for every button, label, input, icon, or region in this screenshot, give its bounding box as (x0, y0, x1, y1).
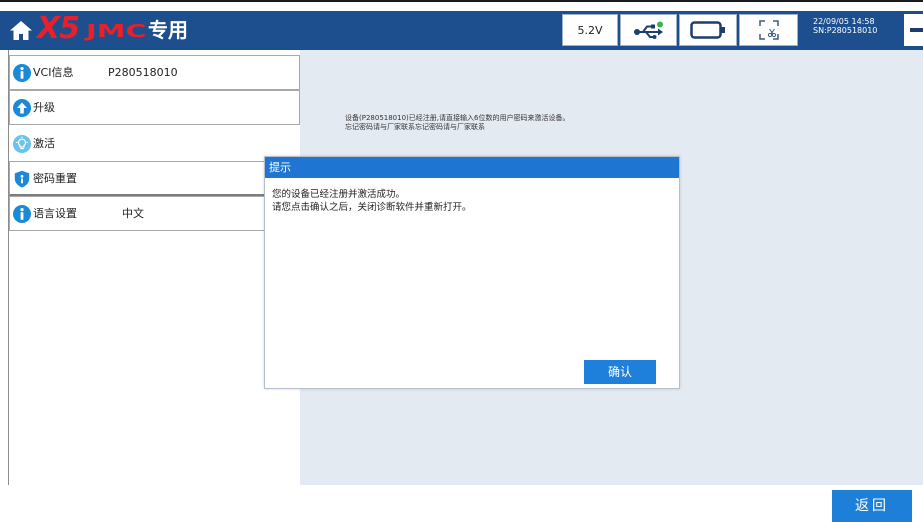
home-icon (10, 21, 32, 40)
back-button[interactable]: 返回 (832, 490, 912, 522)
brand-model: X5 (37, 11, 80, 46)
brand-suffix: 专用 (148, 18, 188, 42)
sidebar-item-label: 语言设置 (33, 207, 77, 220)
info-icon (13, 64, 31, 82)
notice-line: 忘记密码请与厂家联系忘记密码请与厂家联系 (345, 123, 485, 131)
minimize-button[interactable] (904, 14, 923, 46)
datetime-readout: 22/09/05 14:58 (813, 17, 875, 26)
sidebar-item-label: 密码重置 (33, 172, 77, 185)
info-icon (13, 205, 31, 223)
prompt-dialog: 提示 您的设备已经注册并激活成功。 请您点击确认之后，关闭诊断软件并重新打开。 … (264, 156, 680, 389)
sidebar-item-vci-info[interactable]: VCI信息 P280518010 (9, 55, 300, 90)
battery-icon (690, 21, 725, 39)
sidebar-item-label: 升级 (33, 101, 55, 114)
voltage-indicator: 5.2V (562, 14, 618, 46)
sidebar-item-password-reset[interactable]: 密码重置 (9, 161, 300, 196)
dialog-message: 您的设备已经注册并激活成功。 请您点击确认之后，关闭诊断软件并重新打开。 (272, 188, 472, 214)
shield-icon (14, 170, 30, 188)
voltage-value: 5.2V (577, 23, 603, 37)
home-button[interactable] (9, 20, 33, 41)
sidebar: VCI信息 P280518010 升级 激活 密码重置 语言设置 中文 (8, 50, 300, 485)
activation-notice: 设备(P280518010)已经注册,请直接输入6位数的用户密码来激活设备。 忘… (345, 114, 569, 132)
minimize-icon (910, 28, 923, 32)
serial-number: SN:P280518010 (813, 26, 878, 35)
screenshot-icon (758, 20, 779, 40)
brand-name: JMC (86, 21, 147, 42)
lightbulb-icon (13, 135, 31, 153)
sidebar-item-label: 激活 (33, 137, 55, 150)
screenshot-button[interactable] (739, 14, 798, 46)
sidebar-item-label: VCI信息 (33, 66, 74, 79)
battery-status (679, 14, 737, 46)
usb-status (620, 14, 677, 46)
usb-icon (634, 21, 663, 39)
vci-serial-value: P280518010 (108, 66, 178, 79)
language-value: 中文 (122, 207, 144, 220)
sidebar-item-language[interactable]: 语言设置 中文 (9, 196, 300, 231)
notice-line: 设备(P280518010)已经注册,请直接输入6位数的用户密码来激活设备。 (345, 114, 570, 122)
sidebar-item-activate[interactable]: 激活 (9, 126, 300, 161)
dialog-title: 提示 (265, 157, 679, 178)
sidebar-item-upgrade[interactable]: 升级 (9, 90, 300, 125)
app-header: X5 JMC 专用 5.2V 22/09/05 14:58 SN:P280518… (0, 11, 923, 50)
dialog-message-line: 请您点击确认之后，关闭诊断软件并重新打开。 (272, 202, 472, 213)
dialog-message-line: 您的设备已经注册并激活成功。 (272, 189, 406, 200)
confirm-button[interactable]: 确认 (584, 360, 656, 384)
top-border-line (0, 0, 923, 2)
upgrade-icon (13, 99, 31, 117)
